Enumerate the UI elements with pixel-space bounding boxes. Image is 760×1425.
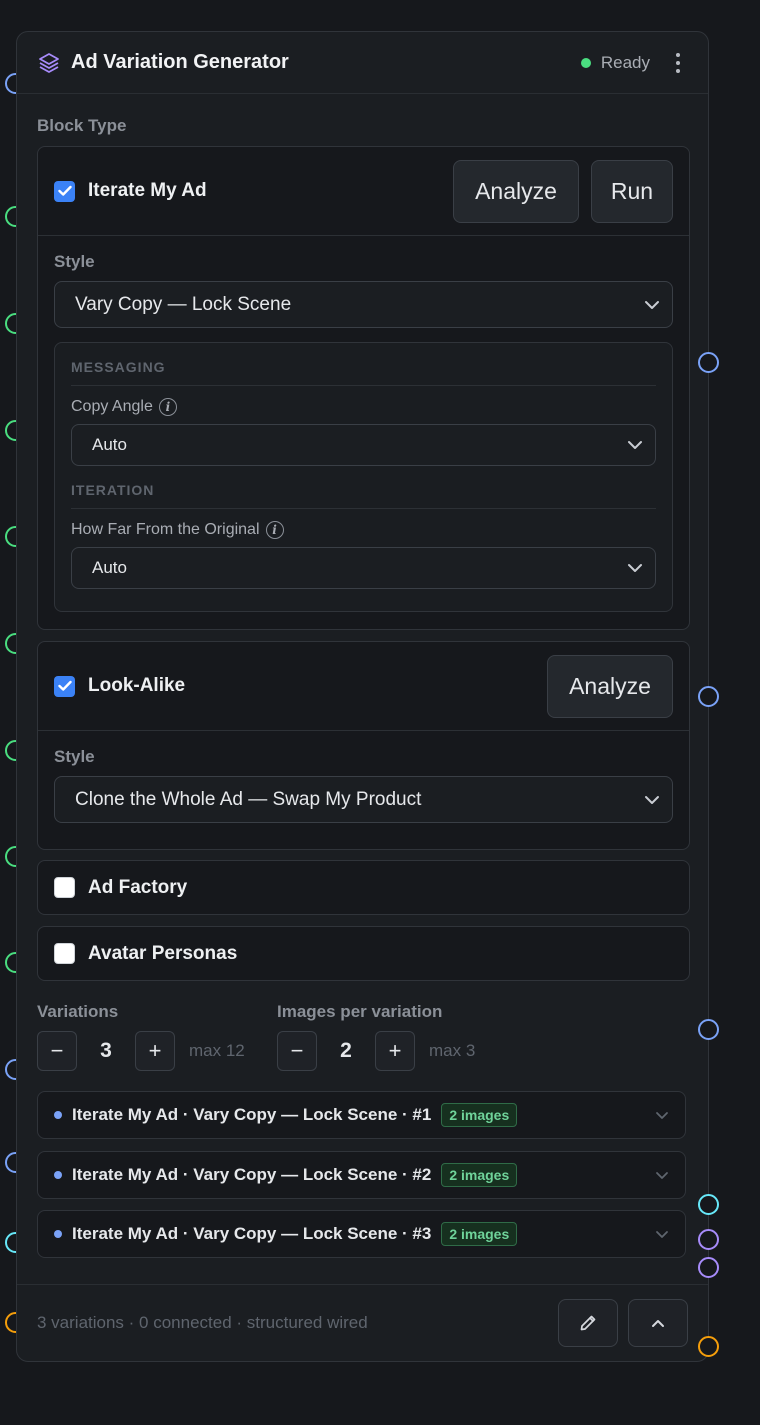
look-alike-style-label: Style (54, 747, 95, 766)
images-badge: 2 images (441, 1163, 518, 1187)
look-alike-checkbox[interactable] (54, 675, 75, 697)
iterate-my-ad-card: Iterate My Ad Analyze Run Style Vary Cop… (37, 146, 690, 630)
output-port[interactable] (698, 1194, 719, 1215)
ad-factory-card-header: Ad Factory (38, 861, 689, 914)
run-button[interactable]: Run (591, 159, 673, 223)
chevron-down-icon (628, 441, 642, 449)
output-port[interactable] (698, 1336, 719, 1357)
iterate-analyze-button[interactable]: Analyze (453, 159, 579, 223)
look-alike-title: Look-Alike (88, 675, 186, 696)
copy-angle-select[interactable]: Auto (71, 424, 656, 466)
variation-row[interactable]: Iterate My Ad · Vary Copy — Lock Scene ·… (37, 1091, 686, 1139)
info-icon[interactable]: i (265, 521, 284, 539)
layers-icon (37, 51, 61, 75)
variation-title: Iterate My Ad · Vary Copy — Lock Scene ·… (72, 1224, 432, 1243)
node-title: Ad Variation Generator (71, 51, 289, 73)
iterate-style-value: Vary Copy — Lock Scene (75, 293, 292, 315)
variations-stepper: − 3 + max 12 (37, 1031, 245, 1071)
images-badge: 2 images (441, 1103, 518, 1127)
avatar-personas-checkbox[interactable] (54, 943, 75, 964)
ad-factory-card: Ad Factory (37, 860, 690, 915)
messaging-caption: MESSAGING (71, 359, 166, 375)
images-max: max 3 (429, 1041, 476, 1060)
look-alike-style-value: Clone the Whole Ad — Swap My Product (75, 788, 422, 810)
distance-value: Auto (92, 558, 127, 577)
iterate-checkbox[interactable] (54, 180, 75, 202)
status-indicator: Ready (580, 52, 650, 73)
images-badge: 2 images (441, 1222, 518, 1246)
variation-title: Iterate My Ad · Vary Copy — Lock Scene ·… (72, 1105, 432, 1124)
images-stepper: − 2 + max 3 (277, 1031, 475, 1071)
variations-value: 3 (100, 1039, 112, 1062)
status-dot (580, 57, 591, 68)
images-increment-button[interactable]: + (375, 1031, 415, 1071)
chevron-down-icon (645, 300, 659, 309)
chevron-down-icon (628, 564, 642, 572)
bullet-dot (54, 1230, 62, 1238)
variations-increment-button[interactable]: + (135, 1031, 175, 1071)
iterate-card-header: Iterate My Ad Analyze Run (38, 147, 689, 235)
status-text: Ready (600, 52, 650, 72)
variation-row[interactable]: Iterate My Ad · Vary Copy — Lock Scene ·… (37, 1151, 686, 1199)
divider (71, 385, 656, 386)
collapse-button[interactable] (628, 1299, 688, 1347)
variations-decrement-button[interactable]: − (37, 1031, 77, 1071)
footer-meta: 3 variations · 0 connected · structured … (37, 1313, 368, 1332)
avatar-personas-card: Avatar Personas (37, 926, 690, 981)
iteration-caption: ITERATION (71, 482, 155, 498)
copy-angle-value: Auto (92, 435, 127, 454)
iterate-style-select[interactable]: Vary Copy — Lock Scene (54, 281, 673, 328)
output-port[interactable] (698, 1019, 719, 1040)
iterate-title: Iterate My Ad (88, 180, 207, 201)
output-port[interactable] (698, 1229, 719, 1250)
variations-max: max 12 (189, 1041, 245, 1060)
options-subpanel: MESSAGING Copy Angle i Auto ITERATION Ho… (54, 342, 673, 612)
info-icon[interactable]: i (158, 398, 177, 416)
variation-row[interactable]: Iterate My Ad · Vary Copy — Lock Scene ·… (37, 1210, 686, 1258)
distance-label-text: How Far From the Original (71, 521, 260, 538)
chevron-down-icon (656, 1171, 668, 1179)
ad-factory-checkbox[interactable] (54, 877, 75, 898)
node-footer: 3 variations · 0 connected · structured … (17, 1284, 708, 1361)
output-port[interactable] (698, 686, 719, 707)
block-type-label: Block Type (37, 116, 127, 135)
variations-label: Variations (37, 1002, 119, 1021)
bullet-dot (54, 1171, 62, 1179)
iterate-style-label: Style (54, 252, 95, 271)
output-port[interactable] (698, 1257, 719, 1278)
images-decrement-button[interactable]: − (277, 1031, 317, 1071)
avatar-personas-title: Avatar Personas (88, 942, 238, 964)
look-alike-analyze-button[interactable]: Analyze (547, 654, 673, 718)
chevron-down-icon (645, 795, 659, 804)
chevron-down-icon (656, 1230, 668, 1238)
distance-select[interactable]: Auto (71, 547, 656, 589)
output-port[interactable] (698, 352, 719, 373)
look-alike-style-select[interactable]: Clone the Whole Ad — Swap My Product (54, 776, 673, 823)
check-icon (57, 185, 72, 196)
images-value: 2 (340, 1039, 352, 1062)
avatar-personas-card-header: Avatar Personas (38, 927, 689, 980)
variation-title: Iterate My Ad · Vary Copy — Lock Scene ·… (72, 1165, 432, 1184)
kebab-icon[interactable] (668, 51, 688, 75)
copy-angle-label: Copy Angle i (71, 398, 656, 416)
images-per-variation-label: Images per variation (277, 1002, 443, 1021)
chevron-down-icon (656, 1111, 668, 1119)
bullet-dot (54, 1111, 62, 1119)
look-alike-card: Look-Alike Analyze Style Clone the Whole… (37, 641, 690, 850)
check-icon (57, 680, 72, 691)
copy-angle-label-text: Copy Angle (71, 398, 153, 415)
node-header[interactable]: Ad Variation Generator Ready (17, 32, 708, 94)
chevron-up-icon (652, 1319, 664, 1327)
look-alike-card-header: Look-Alike Analyze (38, 642, 689, 730)
ad-factory-title: Ad Factory (88, 876, 188, 898)
pencil-icon (580, 1315, 596, 1331)
divider (71, 508, 656, 509)
ad-variation-generator-node: Ad Variation Generator Ready Block Type … (16, 31, 709, 1362)
distance-label: How Far From the Original i (71, 521, 656, 539)
edit-button[interactable] (558, 1299, 618, 1347)
